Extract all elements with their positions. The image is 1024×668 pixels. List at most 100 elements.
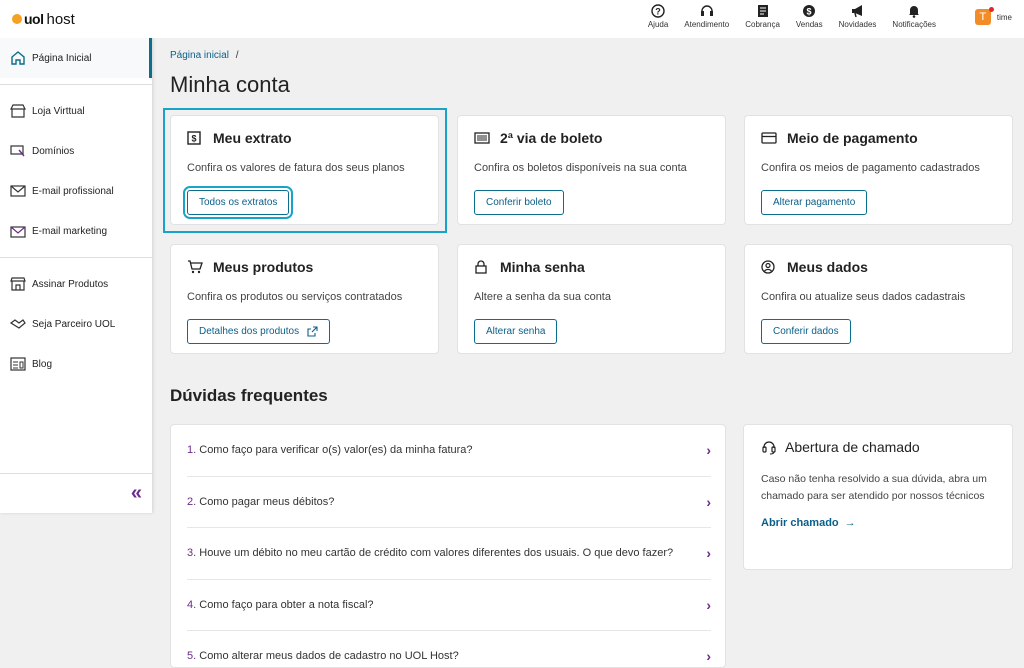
user-circle-icon	[761, 260, 779, 274]
envelope-icon	[9, 183, 27, 199]
card-meus-dados: Meus dados Confira ou atualize seus dado…	[744, 244, 1013, 354]
user-menu[interactable]: T time	[974, 7, 1012, 25]
faq-number: 2.	[187, 495, 197, 508]
card-description: Confira os produtos ou serviços contrata…	[187, 291, 403, 303]
sidebar-item-label: Domínios	[32, 145, 75, 157]
sidebar-item-label: Assinar Produtos	[32, 278, 109, 290]
sidebar-item-email-marketing[interactable]: E-mail marketing	[0, 211, 152, 251]
card-title: Minha senha	[500, 259, 585, 275]
sidebar-item-label: Página Inicial	[32, 52, 92, 64]
sidebar-item-blog[interactable]: Blog	[0, 344, 152, 384]
faq-text: Como pagar meus débitos?	[199, 495, 335, 508]
topbar-item-vendas[interactable]: $ Vendas	[796, 4, 823, 29]
topbar-item-label: Ajuda	[647, 20, 669, 29]
support-description: Caso não tenha resolvido a sua dúvida, a…	[761, 473, 987, 502]
megaphone-icon	[851, 5, 862, 18]
sidebar-item-assinar-produtos[interactable]: Assinar Produtos	[0, 264, 152, 304]
button-label: Alterar pagamento	[773, 197, 856, 208]
sidebar-item-dominios[interactable]: Domínios	[0, 131, 152, 171]
chevron-right-icon: ›	[706, 442, 711, 459]
support-title: Abertura de chamado	[785, 439, 920, 455]
svg-text:$: $	[807, 7, 812, 17]
chevron-right-icon: ›	[706, 545, 711, 562]
uol-host-logo[interactable]: uol host	[0, 0, 152, 38]
faq-text: Houve um débito no meu cartão de crédito…	[199, 547, 674, 560]
button-label: Conferir dados	[773, 326, 839, 337]
faq-item[interactable]: 5. Como alterar meus dados de cadastro n…	[187, 631, 711, 667]
topbar-item-cobranca[interactable]: Cobrança	[745, 4, 780, 29]
sidebar-item-label: Blog	[32, 358, 53, 370]
receipt-icon	[757, 5, 768, 17]
faq-item[interactable]: 1. Como faço para verificar o(s) valor(e…	[187, 425, 711, 477]
handshake-icon	[9, 316, 27, 332]
email-marketing-icon	[9, 223, 27, 239]
card-description: Altere a senha da sua conta	[474, 291, 611, 303]
topbar-item-label: Notificações	[892, 20, 936, 29]
svg-text:?: ?	[655, 7, 661, 17]
button-label: Alterar senha	[486, 326, 546, 337]
page-title: Minha conta	[170, 72, 290, 97]
domain-icon	[9, 143, 27, 159]
help-icon: ?	[651, 4, 665, 18]
conferir-dados-button[interactable]: Conferir dados	[761, 319, 851, 344]
detalhes-dos-produtos-button[interactable]: Detalhes dos produtos	[187, 319, 331, 344]
chevron-right-icon: ›	[706, 596, 711, 613]
conferir-boleto-button[interactable]: Conferir boleto	[474, 190, 564, 215]
topbar-item-atendimento[interactable]: Atendimento	[684, 4, 729, 29]
alterar-senha-button[interactable]: Alterar senha	[474, 319, 558, 344]
store-icon	[9, 103, 27, 119]
bell-icon	[909, 6, 920, 18]
top-navigation: ? Ajuda Atendimento Cobrança $ Vendas No…	[632, 4, 936, 29]
chevron-right-icon: ›	[706, 493, 711, 510]
button-label: Detalhes dos produtos	[199, 326, 300, 337]
faq-text: Como faço para obter a nota fiscal?	[199, 598, 374, 611]
card-title: Meus produtos	[213, 259, 314, 275]
breadcrumb-home-link[interactable]: Página inicial	[170, 50, 229, 61]
sidebar-item-label: E-mail profissional	[32, 185, 114, 197]
topbar-item-label: Novidades	[838, 20, 877, 29]
sidebar-item-loja[interactable]: Loja Virttual	[0, 91, 152, 131]
support-card: Abertura de chamado Caso não tenha resol…	[743, 424, 1013, 570]
faq-item[interactable]: 3. Houve um débito no meu cartão de créd…	[187, 528, 711, 580]
topbar-item-label: Atendimento	[684, 20, 730, 29]
abrir-chamado-link[interactable]: Abrir chamado →	[761, 517, 995, 529]
faq-question: 4. Como faço para obter a nota fiscal?	[187, 599, 374, 611]
card-description: Confira ou atualize seus dados cadastrai…	[761, 291, 966, 303]
cart-icon	[187, 260, 205, 274]
logo-host-text: host	[46, 10, 75, 28]
faq-question: 1. Como faço para verificar o(s) valor(e…	[187, 444, 473, 456]
headset-icon	[761, 439, 777, 455]
link-label: Abrir chamado	[761, 516, 839, 529]
topbar-item-ajuda[interactable]: ? Ajuda	[648, 4, 668, 29]
faq-number: 4.	[187, 598, 197, 611]
focus-highlight	[163, 108, 447, 233]
topbar-item-label: Vendas	[795, 20, 823, 29]
external-link-icon	[307, 326, 318, 337]
sidebar-group-more: Assinar Produtos Seja Parceiro UOL Blog	[0, 257, 152, 390]
button-label: Conferir boleto	[486, 197, 552, 208]
topbar-item-notificacoes[interactable]: Notificações	[892, 4, 936, 29]
sidebar-item-label: Loja Virttual	[32, 105, 85, 117]
topbar-item-novidades[interactable]: Novidades	[838, 4, 877, 29]
blog-icon	[9, 356, 27, 372]
faq-text: Como alterar meus dados de cadastro no U…	[199, 650, 459, 663]
credit-card-icon	[761, 132, 779, 144]
alterar-pagamento-button[interactable]: Alterar pagamento	[761, 190, 868, 215]
topbar: ? Ajuda Atendimento Cobrança $ Vendas No…	[152, 0, 1024, 38]
user-name: time	[996, 12, 1012, 22]
sidebar-item-label: E-mail marketing	[32, 225, 108, 237]
card-title: Meus dados	[787, 259, 868, 275]
faq-number: 5.	[187, 650, 197, 663]
faq-question: 5. Como alterar meus dados de cadastro n…	[187, 650, 459, 662]
faq-number: 1.	[187, 444, 197, 457]
card-meio-de-pagamento: Meio de pagamento Confira os meios de pa…	[744, 115, 1013, 225]
barcode-icon	[474, 132, 492, 144]
sidebar-item-pagina-inicial[interactable]: Página Inicial	[0, 38, 152, 78]
sidebar-item-email-profissional[interactable]: E-mail profissional	[0, 171, 152, 211]
arrow-right-icon: →	[844, 516, 856, 529]
sidebar-item-parceiro[interactable]: Seja Parceiro UOL	[0, 304, 152, 344]
faq-item[interactable]: 4. Como faço para obter a nota fiscal? ›	[187, 580, 711, 631]
faq-item[interactable]: 2. Como pagar meus débitos? ›	[187, 477, 711, 528]
collapse-sidebar-button[interactable]: «	[0, 473, 152, 513]
topbar-item-label: Cobrança	[745, 20, 780, 29]
